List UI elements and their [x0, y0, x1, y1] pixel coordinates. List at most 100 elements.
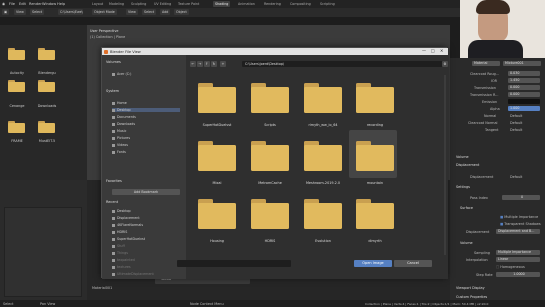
system-item-fonts[interactable]: Fonts [112, 150, 126, 154]
system-item-pictures[interactable]: Pictures [112, 136, 130, 140]
displacement-method-select[interactable]: Displacement and B... [496, 229, 540, 234]
pass-index-field[interactable]: 0 [502, 195, 540, 200]
folder-name[interactable]: Housing [192, 239, 242, 243]
favorites-header[interactable]: Favorites [106, 179, 122, 183]
recent-item[interactable]: 4KFlareNormals [112, 223, 143, 227]
cancel-button[interactable]: Cancel [394, 260, 432, 267]
add-bookmark-button[interactable]: Add Bookmark [112, 189, 180, 195]
system-item-home[interactable]: Home [112, 101, 127, 105]
menu-help[interactable]: Help [57, 2, 65, 6]
folder-icon[interactable] [38, 48, 55, 60]
folder-icon[interactable] [251, 199, 289, 229]
volume-section[interactable]: Volume [456, 155, 469, 159]
maximize-icon[interactable]: □ [431, 48, 435, 53]
left-path-field[interactable]: C:\Users\Ewe\Desktop [58, 9, 83, 15]
folder-icon[interactable] [304, 199, 342, 229]
material-slot-label[interactable]: Material [472, 61, 500, 66]
folder-name[interactable]: Meshroom-2019.2.0 [298, 181, 348, 185]
tab-scripting[interactable]: Scripting [318, 1, 337, 7]
interpolation-select[interactable]: Linear [496, 257, 540, 262]
folder-name[interactable]: Scripts [245, 123, 295, 127]
recent-item[interactable]: Desktop [112, 209, 131, 213]
tab-layout[interactable]: Layout [90, 1, 105, 7]
prop-value[interactable]: 0.030 [508, 71, 540, 76]
uv-grid[interactable] [4, 207, 82, 297]
folder-icon[interactable] [198, 199, 236, 229]
folder-icon[interactable] [198, 83, 236, 113]
folder-name[interactable]: HDRIS [245, 239, 295, 243]
transparent-shadows-checkbox[interactable]: ■ Transparent Shadows [500, 222, 541, 226]
recent-item[interactable]: UltimateDisplacement [112, 272, 154, 276]
menu-window[interactable]: Window [42, 2, 56, 6]
open-image-button[interactable]: Open Image [354, 260, 392, 267]
folder-icon[interactable] [251, 141, 289, 171]
editor-type-icon[interactable]: ▣ [2, 9, 10, 15]
material-name-field[interactable]: Mixture001 [503, 61, 541, 66]
folder-icon[interactable] [356, 83, 394, 113]
folder-name[interactable]: recording [350, 123, 400, 127]
volume-item[interactable]: Acer (C:) [112, 72, 131, 76]
tab-rendering[interactable]: Rendering [262, 1, 283, 7]
folder-icon[interactable] [304, 83, 342, 113]
system-item-desktop[interactable]: Desktop [112, 108, 180, 112]
custom-properties-section[interactable]: Custom Properties [456, 295, 487, 299]
prop-value[interactable]: 1.450 [508, 78, 540, 83]
refresh-icon[interactable]: ↻ [211, 61, 217, 67]
folder-icon[interactable] [304, 141, 342, 171]
blender-logo-icon[interactable]: ◉ [2, 2, 5, 6]
volume-subsection[interactable]: Volume [460, 241, 473, 245]
volumes-header[interactable]: Volumes [106, 60, 121, 64]
prop-value[interactable]: 0.000 [508, 92, 540, 97]
folder-icon[interactable] [198, 141, 236, 171]
folder-name[interactable]: dimyrth [350, 239, 400, 243]
back-icon[interactable]: ← [190, 61, 196, 67]
new-folder-icon[interactable]: + [220, 61, 226, 67]
left-view-menu[interactable]: View [14, 9, 26, 15]
prop-value[interactable]: 1.000 [508, 106, 540, 111]
tab-sculpting[interactable]: Sculpting [129, 1, 148, 7]
tab-modeling[interactable]: Modeling [107, 1, 126, 7]
view-menu[interactable]: View [126, 9, 138, 15]
folder-name[interactable]: SuperHotDuelvst [192, 123, 242, 127]
prop-value[interactable]: 0.000 [508, 85, 540, 90]
displacement-section[interactable]: Displacement [456, 163, 479, 167]
recent-item[interactable]: HDRIS [112, 230, 127, 234]
menu-file[interactable]: File [9, 2, 15, 6]
settings-gear-icon[interactable]: ⚙ [442, 61, 448, 67]
recent-item[interactable]: Stuff [112, 244, 125, 248]
tab-texture-paint[interactable]: Texture Paint [176, 1, 201, 7]
surface-section[interactable]: Surface [460, 206, 473, 210]
recent-header[interactable]: Recent [106, 200, 118, 204]
folder-icon[interactable] [356, 141, 394, 171]
folder-icon[interactable] [38, 80, 55, 92]
prop-value[interactable]: Default [510, 114, 522, 118]
recent-item[interactable]: Things [112, 251, 128, 255]
tab-compositing[interactable]: Compositing [288, 1, 313, 7]
object-menu[interactable]: Object [174, 9, 189, 15]
displacement-value[interactable]: Default [510, 175, 522, 179]
recent-item[interactable]: texpainted [112, 258, 135, 262]
select-menu[interactable]: Select [142, 9, 157, 15]
system-item-downloads[interactable]: Downloads [112, 122, 135, 126]
prop-value[interactable]: Default [510, 128, 522, 132]
folder-icon[interactable] [251, 83, 289, 113]
system-item-videos[interactable]: Videos [112, 143, 128, 147]
recent-item[interactable]: Displacement [112, 216, 140, 220]
tab-shading[interactable]: Shading [213, 1, 231, 7]
system-item-documents[interactable]: Documents [112, 115, 136, 119]
tab-uv-editing[interactable]: UV Editing [152, 1, 173, 7]
dialog-path-field[interactable]: C:\Users\joerd\Desktop\ [242, 61, 444, 67]
object-mode-select[interactable]: Object Mode [92, 9, 117, 15]
folder-icon[interactable] [356, 199, 394, 229]
folder-name[interactable]: MetromCache [245, 181, 295, 185]
folder-icon[interactable] [8, 80, 25, 92]
emission-color[interactable] [508, 99, 540, 104]
filename-input[interactable] [177, 260, 291, 267]
folder-name[interactable]: Mixal [192, 181, 242, 185]
folder-icon[interactable] [8, 121, 25, 133]
system-header[interactable]: System [106, 89, 119, 93]
sampling-select[interactable]: Multiple Importance [496, 250, 540, 255]
forward-icon[interactable]: → [197, 61, 203, 67]
menu-render[interactable]: Render [29, 2, 42, 6]
folder-name[interactable]: rimyth_ww_io_64 [298, 123, 348, 127]
